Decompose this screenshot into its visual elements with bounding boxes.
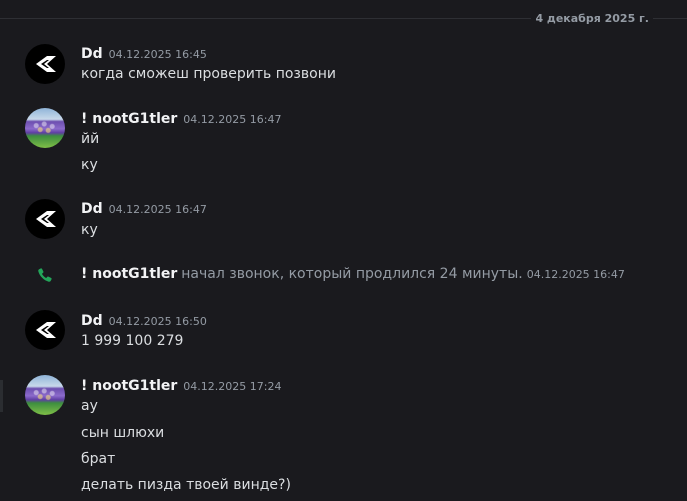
username[interactable]: Dd	[81, 46, 103, 62]
timestamp: 04.12.2025 16:47	[183, 113, 282, 126]
call-description: начал звонок, который продлился 24 минут…	[181, 266, 523, 282]
avatar-dd[interactable]	[25, 310, 65, 350]
call-event-text: ! nootG1tler начал звонок, который продли…	[81, 265, 625, 284]
message-text: ау	[81, 398, 98, 414]
username[interactable]: ! nootG1tler	[81, 378, 177, 394]
username[interactable]: ! nootG1tler	[81, 111, 177, 127]
message-header: Dd 04.12.2025 16:45	[81, 43, 207, 62]
username[interactable]: Dd	[81, 201, 103, 217]
dd-logo-icon	[36, 322, 56, 338]
avatar-nootg1tler[interactable]	[25, 375, 65, 415]
timestamp: 04.12.2025 16:45	[108, 48, 207, 61]
message-text: сын шлюхи	[81, 425, 165, 441]
timestamp: 04.12.2025 16:47	[108, 203, 207, 216]
message-header: Dd 04.12.2025 16:50	[81, 310, 207, 329]
timestamp: 04.12.2025 16:47	[526, 268, 625, 281]
message-header: Dd 04.12.2025 16:47	[81, 198, 207, 217]
timestamp: 04.12.2025 17:24	[183, 380, 282, 393]
message-text: когда сможеш проверить позвони	[81, 66, 336, 82]
timestamp: 04.12.2025 16:50	[108, 315, 207, 328]
message-text: ку	[81, 222, 98, 238]
phone-icon	[37, 267, 53, 283]
message-text: 1 999 100 279	[81, 333, 184, 349]
message-header: ! nootG1tler 04.12.2025 16:47	[81, 108, 282, 127]
message-text: ку	[81, 157, 98, 173]
message-text: делать пизда твоей винде?)	[81, 477, 291, 493]
message-header: ! nootG1tler 04.12.2025 17:24	[81, 375, 282, 394]
username[interactable]: ! nootG1tler	[81, 266, 177, 282]
username[interactable]: Dd	[81, 313, 103, 329]
scroll-edge-indicator	[0, 380, 3, 412]
dd-logo-icon	[36, 211, 56, 227]
dd-logo-icon	[36, 56, 56, 72]
date-divider-label: 4 декабря 2025 г.	[531, 12, 653, 25]
message-text: брат	[81, 451, 116, 467]
message-text: йй	[81, 131, 100, 147]
avatar-dd[interactable]	[25, 44, 65, 84]
avatar-nootg1tler[interactable]	[25, 108, 65, 148]
avatar-dd[interactable]	[25, 199, 65, 239]
